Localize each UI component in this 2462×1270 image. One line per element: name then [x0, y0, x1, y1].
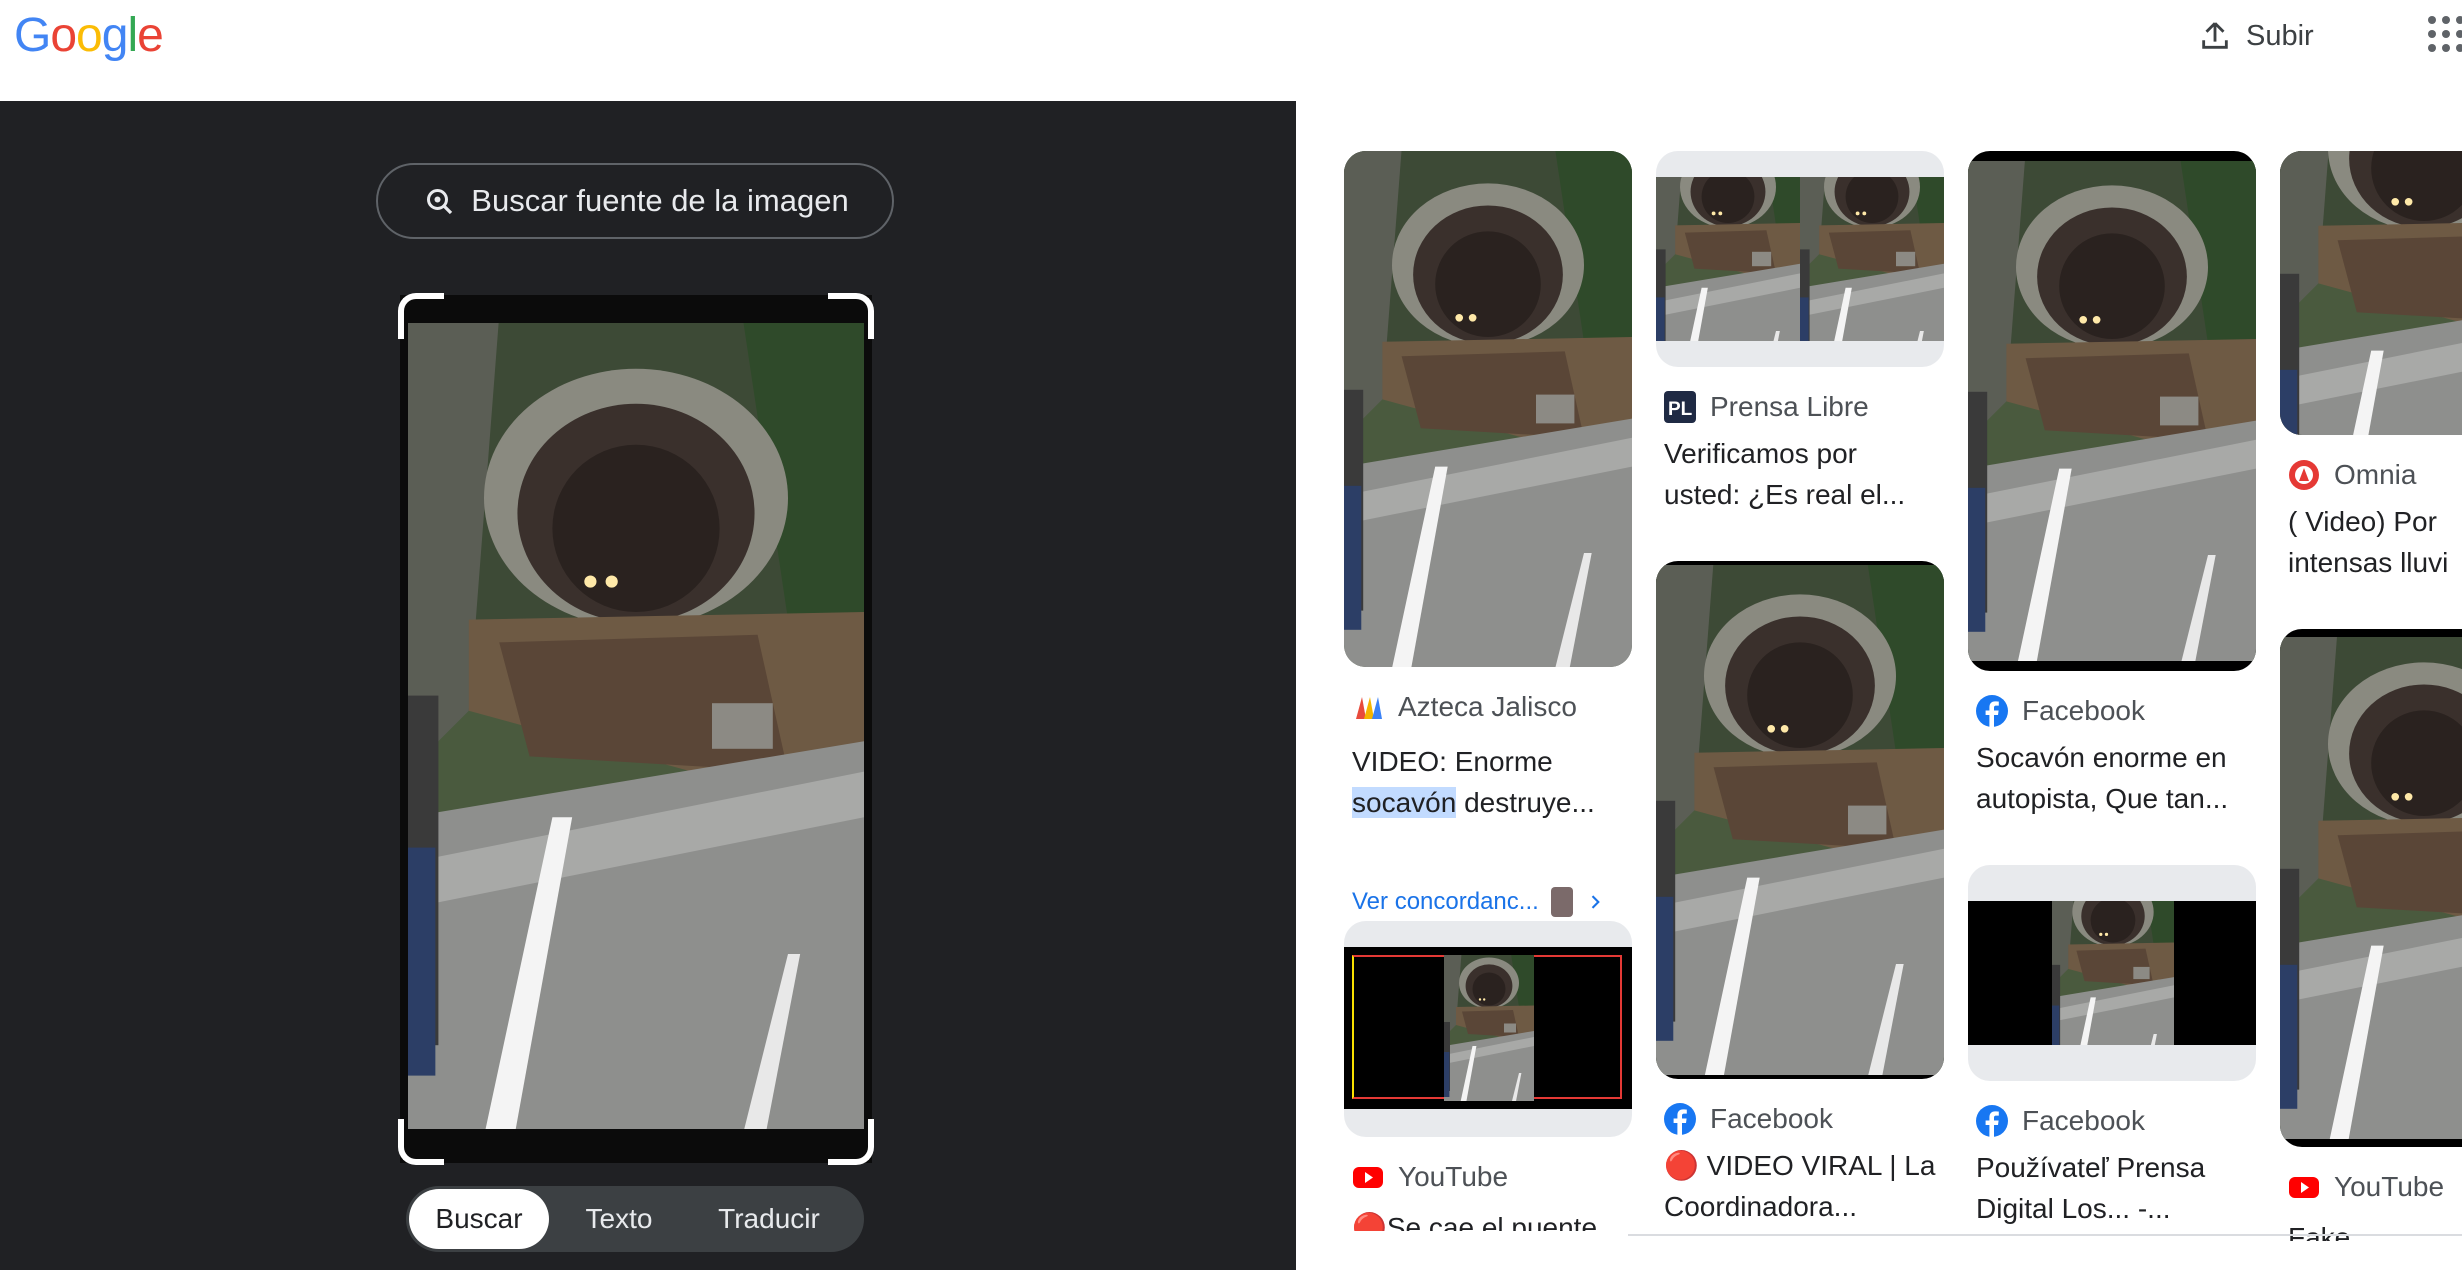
mode-traducir-tab[interactable]: Traducir: [689, 1189, 849, 1249]
lens-mode-switcher: Buscar Texto Traducir: [406, 1186, 864, 1252]
result-thumbnail[interactable]: [1968, 151, 2256, 671]
crop-handle-bottom-left[interactable]: [398, 1119, 444, 1165]
see-matches-label: Ver concordanc...: [1352, 888, 1539, 915]
result-title-line: VIDEO: Enorme: [1352, 746, 1553, 777]
result-thumbnail[interactable]: [1656, 561, 1944, 1079]
facebook-icon: [1976, 695, 2008, 727]
result-thumbnail[interactable]: [1344, 921, 1632, 1137]
result-source: PL Prensa Libre: [1664, 391, 1869, 423]
result-source-name: Facebook: [1710, 1103, 1833, 1134]
result-thumbnail[interactable]: [1344, 151, 1632, 667]
crop-handle-bottom-right[interactable]: [828, 1119, 874, 1165]
result-source: Facebook: [1664, 1103, 1833, 1135]
result-thumbnail[interactable]: [2280, 151, 2462, 435]
apps-grid-icon[interactable]: [2428, 16, 2462, 56]
result-title[interactable]: 🔴Se cae el puente: [1352, 1207, 1642, 1231]
svg-text:PL: PL: [1668, 399, 1693, 420]
result-source: YouTube: [1352, 1161, 1508, 1193]
facebook-icon: [1976, 1105, 2008, 1137]
result-title-line: Coordinadora...: [1664, 1191, 1858, 1222]
result-title[interactable]: Používateľ Prensa Digital Los... -...: [1976, 1147, 2266, 1229]
result-source: Facebook: [1976, 1105, 2145, 1137]
see-matches-link[interactable]: Ver concordanc...: [1352, 887, 1605, 917]
result-title-line: intensas lluvi: [2288, 547, 2449, 578]
find-image-source-button[interactable]: Buscar fuente de la imagen: [376, 163, 894, 239]
result-title-line: 🔴 VIDEO VIRAL | La: [1664, 1150, 1936, 1181]
youtube-icon: [2288, 1171, 2320, 1203]
result-title-line: Fake: [2288, 1222, 2351, 1241]
result-title-line: socavón destruye...: [1352, 782, 1642, 823]
result-source: Omnia: [2288, 459, 2416, 491]
query-image-photo: [408, 323, 864, 1129]
result-source: Azteca Jalisco: [1352, 691, 1577, 723]
result-title[interactable]: Socavón enorme en autopista, Que tan...: [1976, 737, 2266, 819]
result-title[interactable]: VIDEO: Enorme socavón destruye...: [1352, 741, 1642, 823]
result-source-name: YouTube: [1398, 1161, 1509, 1192]
mode-buscar-tab[interactable]: Buscar: [409, 1189, 549, 1249]
upload-button[interactable]: Subir: [2198, 14, 2314, 58]
result-source-name: Azteca Jalisco: [1398, 691, 1577, 722]
crop-handle-top-right[interactable]: [828, 293, 874, 339]
result-title[interactable]: Fake: [2288, 1217, 2462, 1241]
result-source-name: YouTube: [2334, 1171, 2445, 1202]
azteca-logo-icon: [1352, 691, 1384, 723]
upload-label: Subir: [2246, 19, 2314, 52]
result-title-line: autopista, Que tan...: [1976, 783, 2229, 814]
match-thumbnail-icon: [1550, 887, 1573, 917]
result-title-line: Digital Los... -...: [1976, 1193, 2171, 1224]
top-bar: Google Subir: [0, 0, 2462, 101]
upload-icon: [2202, 22, 2228, 49]
result-title[interactable]: ( Video) Por intensas lluvi: [2288, 501, 2462, 583]
result-title-line: ( Video) Por: [2288, 506, 2437, 537]
crop-handle-top-left[interactable]: [398, 293, 444, 339]
result-title[interactable]: 🔴 VIDEO VIRAL | La Coordinadora...: [1664, 1145, 1954, 1227]
result-source-name: Omnia: [2334, 459, 2417, 490]
visual-matches-panel: Azteca Jalisco VIDEO: Enorme socavón des…: [1296, 101, 2462, 1270]
mode-texto-tab[interactable]: Texto: [549, 1189, 689, 1249]
result-title-line: 🔴Se cae el puente: [1352, 1212, 1598, 1231]
result-title-rest: destruye...: [1456, 787, 1595, 818]
facebook-icon: [1664, 1103, 1696, 1135]
result-source-name: Prensa Libre: [1710, 391, 1869, 422]
result-title[interactable]: Verificamos por usted: ¿Es real el...: [1664, 433, 1954, 515]
result-title-line: Používateľ Prensa: [1976, 1152, 2206, 1183]
result-source-name: Facebook: [2022, 1105, 2145, 1136]
omnia-logo-icon: [2288, 459, 2320, 491]
find-image-source-label: Buscar fuente de la imagen: [471, 183, 849, 218]
google-logo[interactable]: Google: [14, 8, 164, 63]
highlighted-term: socavón: [1352, 787, 1457, 818]
chevron-right-icon: [1591, 895, 1600, 909]
result-source: Facebook: [1976, 695, 2145, 727]
lens-search-icon: [427, 189, 453, 215]
result-thumbnail[interactable]: [1656, 151, 1944, 367]
result-thumbnail[interactable]: [2280, 629, 2462, 1147]
lens-image-panel: Buscar fuente de la imagen Buscar Texto …: [0, 101, 1296, 1270]
prensa-libre-logo-icon: PL: [1664, 391, 1696, 423]
result-source: YouTube: [2288, 1171, 2444, 1203]
result-title-line: usted: ¿Es real el...: [1664, 479, 1906, 510]
panel-footer-divider: [1628, 1234, 2462, 1236]
result-source-name: Facebook: [2022, 695, 2145, 726]
result-thumbnail[interactable]: [1968, 865, 2256, 1081]
result-title-line: Verificamos por: [1664, 438, 1857, 469]
result-title-line: Socavón enorme en: [1976, 742, 2227, 773]
youtube-icon: [1352, 1161, 1384, 1193]
query-image[interactable]: [398, 293, 874, 1165]
